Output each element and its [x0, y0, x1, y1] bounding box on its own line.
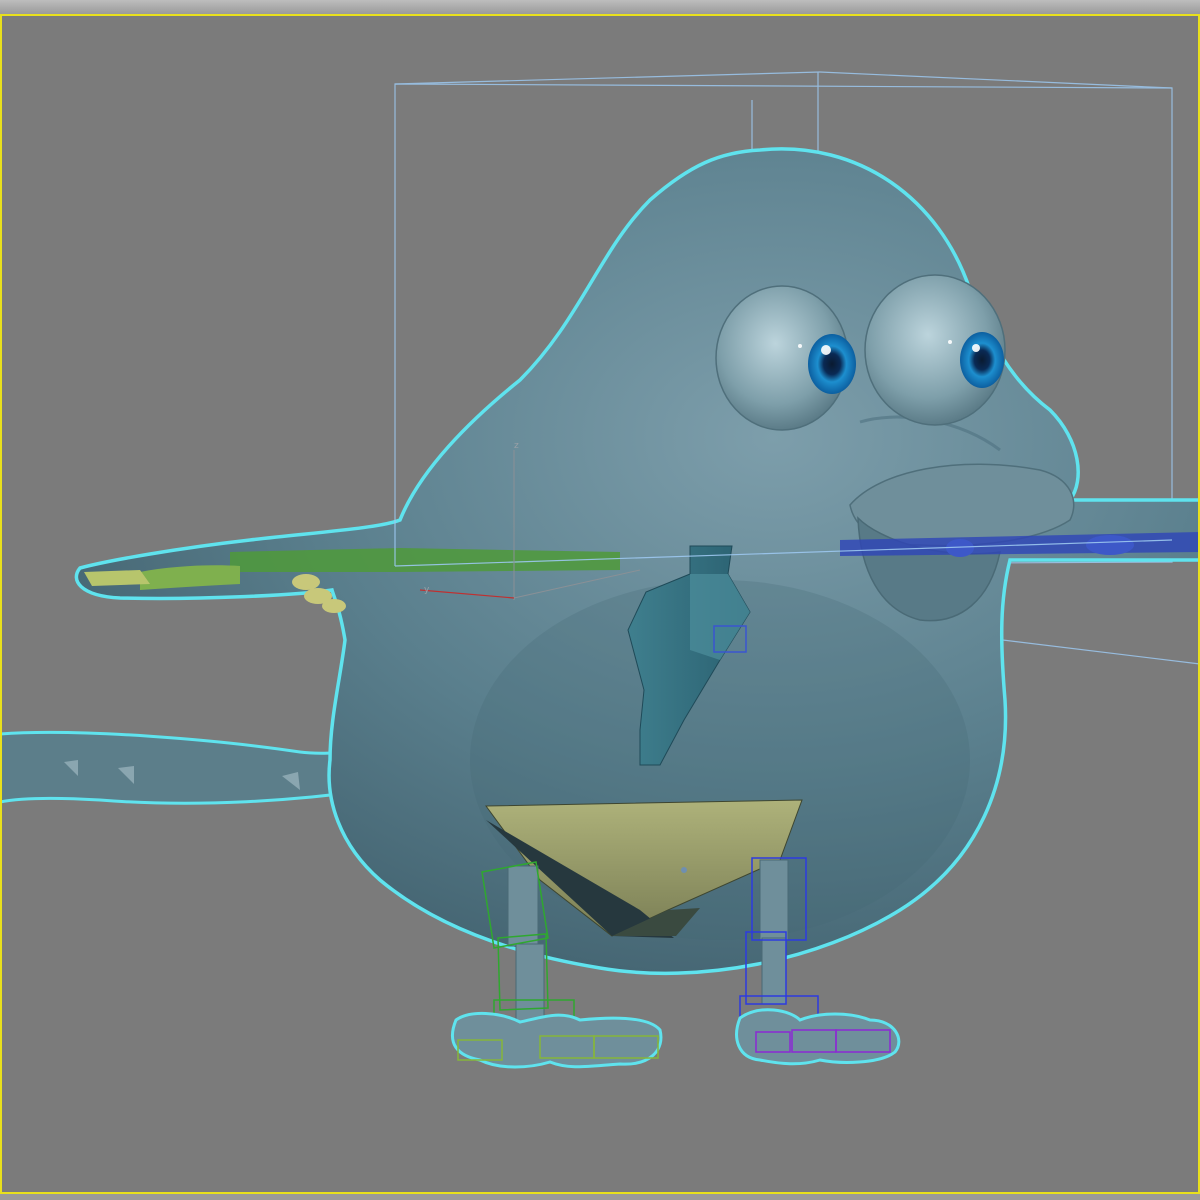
right-eye[interactable]	[864, 274, 1006, 426]
right-foot[interactable]	[735, 1008, 901, 1066]
gizmo-y-label: y	[424, 585, 430, 595]
right-iris	[960, 332, 1004, 388]
3d-viewport[interactable]: z y	[0, 0, 1200, 1200]
left-hand-bone	[84, 570, 150, 586]
left-iris	[808, 334, 856, 394]
left-foot[interactable]	[450, 1011, 663, 1069]
scene-canvas[interactable]: z y	[0, 0, 1200, 1200]
gizmo-z-label: z	[514, 441, 519, 451]
